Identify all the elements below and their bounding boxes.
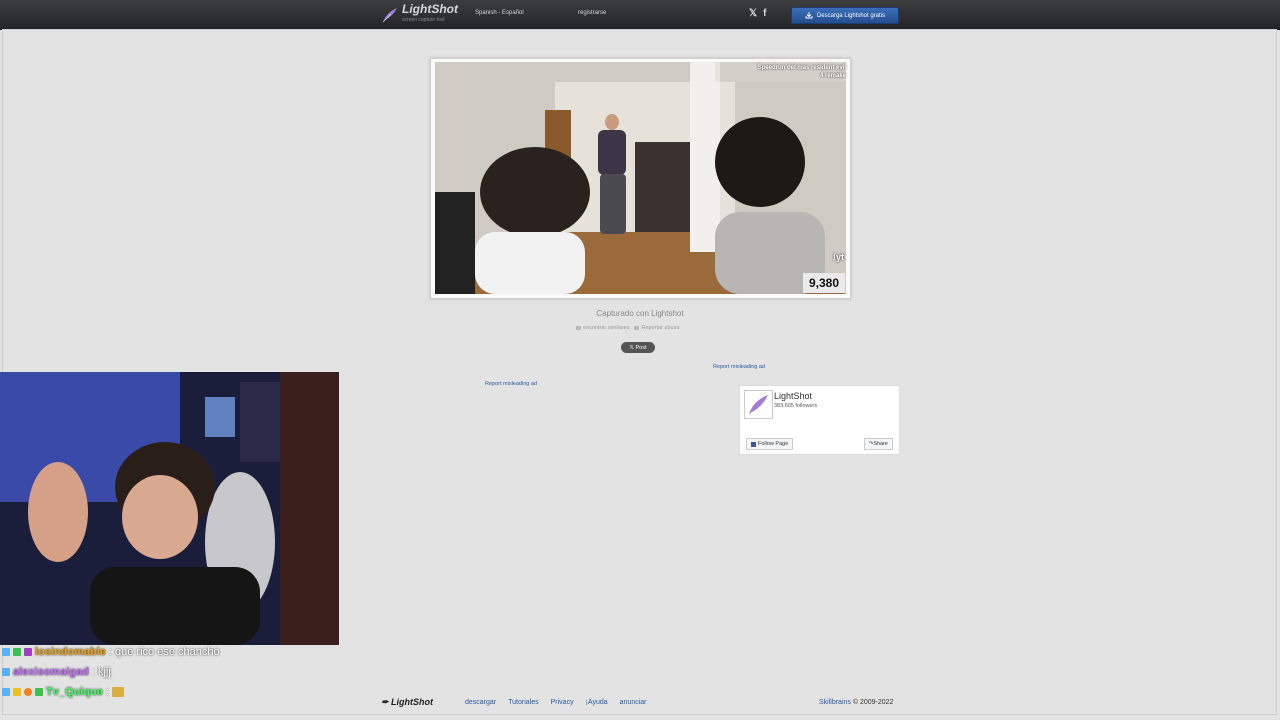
follow-page-button[interactable]: Follow Page [746,438,794,450]
company-link[interactable]: Skillbrains [819,699,851,706]
page-name[interactable]: LightShot [774,391,812,401]
footer-link-download[interactable]: descargar [465,699,496,706]
report-misleading-ad-link[interactable]: Report misleading ad [485,381,537,387]
view-count: 9,380 [803,273,845,293]
social-links: 𝕏 f [749,8,766,19]
brand-tagline: screen capture tool [402,17,445,23]
copyright: Skillbrains © 2009-2022 [819,699,894,706]
badge-icon [2,668,10,676]
download-button[interactable]: Descarga Lightshot gratis [791,7,899,24]
find-similar-link[interactable]: encontrar similares [576,325,629,331]
report-abuse-link[interactable]: Reportar abuso [634,325,679,331]
stream-chat: losindomable: que rico ese chancho alexi… [2,642,220,702]
footer-link-advertise[interactable]: anunciar [620,699,647,706]
chat-message: losindomable: que rico ese chancho [2,642,220,662]
report-misleading-ad-link[interactable]: Report misleading ad [713,364,765,370]
facebook-icon[interactable]: f [763,8,766,19]
screenshot-image [435,62,846,294]
chat-message: alexisomaigad: kjjj [2,662,220,682]
download-button-label: Descarga Lightshot gratis [816,12,886,19]
top-navigation-bar: LightShot screen capture tool Spanish - … [0,0,1280,30]
brand-name: LightShot [402,2,458,16]
footer-link-tutorials[interactable]: Tutoriales [508,699,538,706]
chat-text: : kjjj [91,666,111,678]
share-button[interactable]: ↷ Share [863,438,893,450]
facebook-icon [751,441,756,447]
feather-icon [382,8,397,23]
follower-count: 383,605 followers [774,403,818,409]
badge-icon [24,648,32,656]
footer-nav: descargar Tutoriales Privacy ¡Ayuda anun… [465,699,647,706]
page-footer: ✒ LightShot descargar Tutoriales Privacy… [0,694,1280,712]
chat-username[interactable]: alexisomaigad [13,662,89,682]
twitter-icon[interactable]: 𝕏 [749,8,757,19]
facebook-page-widget: LightShot 383,605 followers Follow Page … [739,385,900,455]
chat-username[interactable]: losindomable [35,642,106,662]
language-selector[interactable]: Spanish - Español [475,10,524,16]
yt-command-label: !yt [833,252,844,262]
footer-link-help[interactable]: ¡Ayuda [586,699,608,706]
chat-text: : que rico ese chancho [108,646,220,658]
image-actions: encontrar similares Reportar abuso [576,325,679,331]
flag-icon [634,325,640,330]
badge-icon [2,648,10,656]
captured-screenshot[interactable]: Speedrun del mas resident evil 4 remake … [430,58,851,299]
stream-overlay-title: Speedrun del mas resident evil 4 remake [757,65,846,79]
webcam-overlay [0,372,339,645]
footer-link-privacy[interactable]: Privacy [551,699,574,706]
image-icon [576,325,581,330]
x-post-button[interactable]: 𝕏 Post [621,342,655,353]
lightshot-logo[interactable]: LightShot screen capture tool [381,2,458,25]
footer-logo[interactable]: ✒ LightShot [381,697,433,708]
page-avatar[interactable] [744,390,773,419]
badge-icon [13,648,21,656]
register-link[interactable]: registrarse [578,10,606,16]
download-icon [805,12,813,19]
captured-with-caption: Capturado con Lightshot [596,309,684,318]
